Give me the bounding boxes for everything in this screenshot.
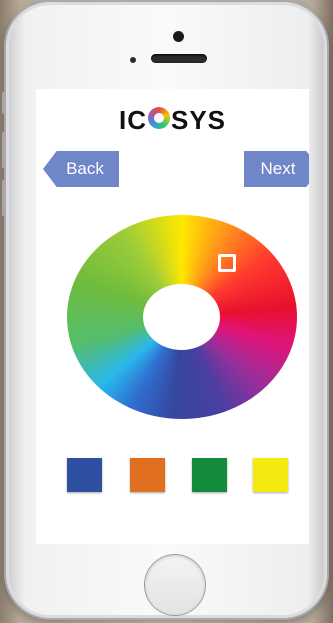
- app-screen: IC SYS Back Next: [36, 89, 309, 544]
- color-wheel-center: [143, 284, 220, 350]
- volume-down-button: [2, 180, 6, 216]
- swatch-orange[interactable]: [130, 458, 165, 492]
- phone-frame: IC SYS Back Next: [2, 2, 327, 618]
- earpiece-speaker: [151, 54, 207, 63]
- logo-ring-icon: [147, 107, 170, 130]
- back-button-label: Back: [66, 159, 104, 178]
- logo-text-start: IC: [118, 104, 147, 135]
- swatch-blue[interactable]: [67, 458, 102, 492]
- volume-up-button: [2, 132, 6, 168]
- logo-text-end: SYS: [170, 104, 227, 135]
- color-selector-handle[interactable]: [218, 254, 236, 272]
- home-button[interactable]: [145, 555, 205, 615]
- swatch-yellow[interactable]: [253, 458, 288, 492]
- back-button[interactable]: Back: [43, 151, 119, 187]
- mute-switch: [2, 92, 6, 114]
- next-button[interactable]: Next: [244, 151, 309, 187]
- next-button-label: Next: [260, 159, 296, 178]
- proximity-sensor: [130, 57, 136, 63]
- front-camera: [173, 31, 184, 42]
- swatch-green[interactable]: [192, 458, 227, 492]
- icosys-logo: IC SYS: [36, 103, 309, 136]
